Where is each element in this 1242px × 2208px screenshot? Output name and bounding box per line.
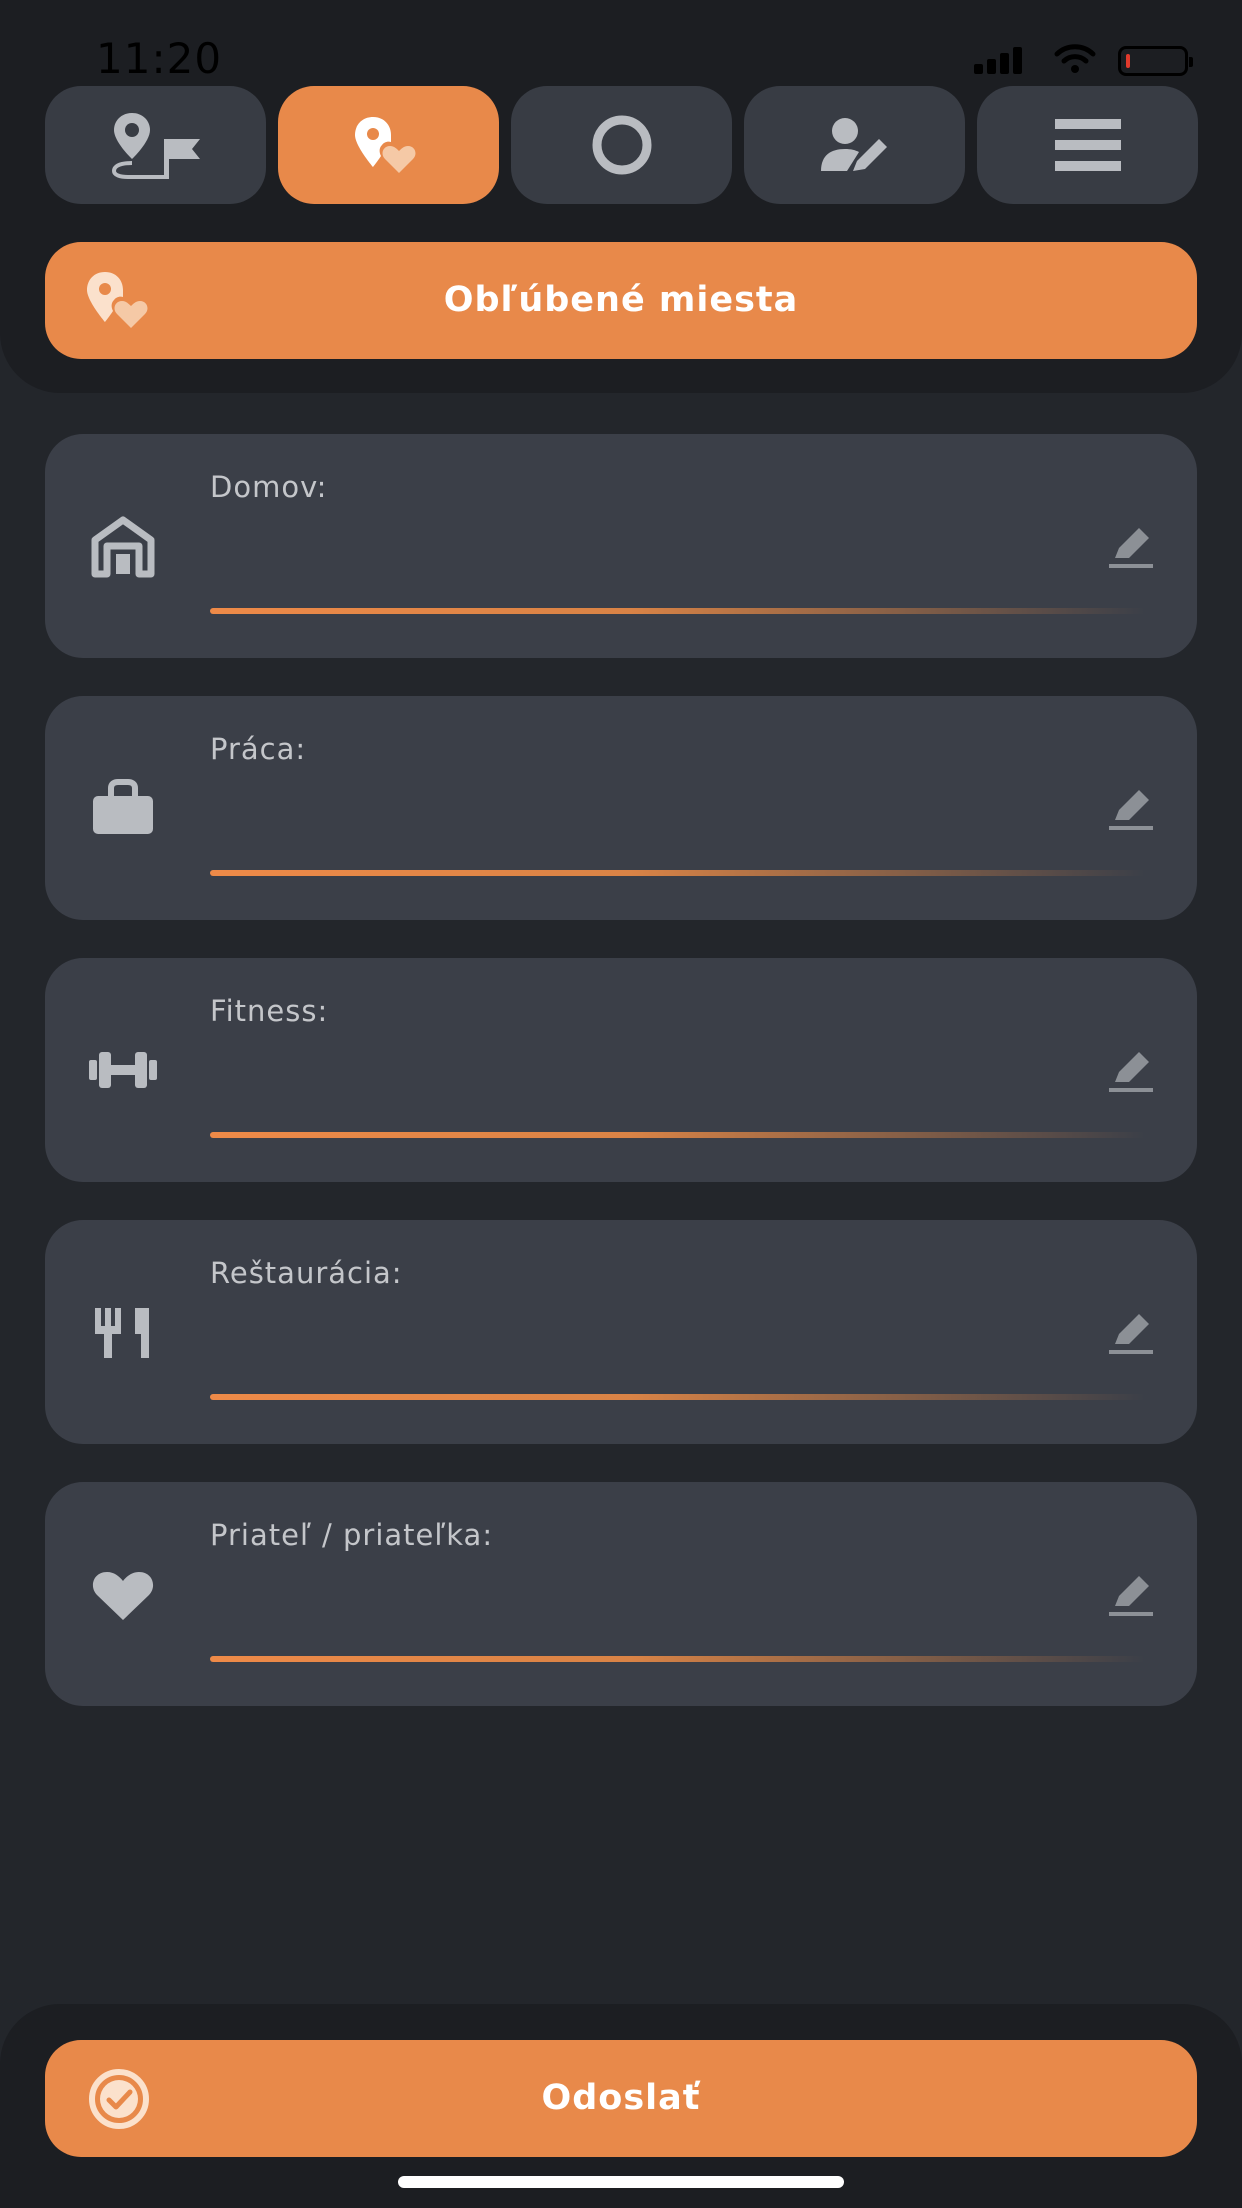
home-icon <box>91 516 155 578</box>
work-address-field[interactable] <box>210 796 1090 836</box>
cellular-signal-icon <box>974 46 1022 74</box>
map-pin-flag-icon <box>111 113 200 179</box>
field-label: Fitness: <box>210 994 329 1028</box>
field-label: Práca: <box>210 732 307 766</box>
tab-circle[interactable] <box>511 86 732 204</box>
edit-icon[interactable] <box>1107 526 1155 570</box>
tab-profile-edit[interactable] <box>744 86 965 204</box>
fitness-address-field[interactable] <box>210 1058 1090 1098</box>
submit-button[interactable]: Odoslať <box>45 2040 1197 2157</box>
field-underline <box>210 608 1145 614</box>
place-card-work[interactable]: Práca: <box>45 696 1197 920</box>
battery-icon <box>1118 46 1193 76</box>
partner-address-field[interactable] <box>210 1582 1090 1622</box>
edit-icon[interactable] <box>1107 788 1155 832</box>
circle-icon <box>592 115 651 175</box>
home-indicator[interactable] <box>398 2176 844 2188</box>
restaurant-address-field[interactable] <box>210 1320 1090 1360</box>
heart-icon <box>92 1572 154 1620</box>
top-tab-bar <box>45 86 1198 204</box>
field-underline <box>210 870 1145 876</box>
status-bar: 11:20 <box>0 0 1242 84</box>
field-underline <box>210 1394 1145 1400</box>
status-time: 11:20 <box>96 34 223 83</box>
field-label: Priateľ / priateľka: <box>210 1518 494 1552</box>
field-label: Domov: <box>210 470 328 504</box>
favorite-place-icon <box>354 117 415 173</box>
fork-knife-icon <box>95 1308 149 1358</box>
field-underline <box>210 1132 1145 1138</box>
tab-menu[interactable] <box>977 86 1198 204</box>
place-card-home[interactable]: Domov: <box>45 434 1197 658</box>
place-card-fitness[interactable]: Fitness: <box>45 958 1197 1182</box>
field-label: Reštaurácia: <box>210 1256 403 1290</box>
user-edit-icon <box>820 118 887 171</box>
submit-label: Odoslať <box>541 2078 701 2118</box>
home-address-field[interactable] <box>210 534 1090 574</box>
place-card-restaurant[interactable]: Reštaurácia: <box>45 1220 1197 1444</box>
briefcase-icon <box>93 779 153 834</box>
edit-icon[interactable] <box>1107 1050 1155 1094</box>
place-card-partner[interactable]: Priateľ / priateľka: <box>45 1482 1197 1706</box>
field-underline <box>210 1656 1145 1662</box>
edit-icon[interactable] <box>1107 1312 1155 1356</box>
tab-favorite-places[interactable] <box>278 86 499 204</box>
wifi-icon <box>1054 44 1096 73</box>
dumbbell-icon <box>89 1052 157 1088</box>
page-title: Obľúbené miesta <box>443 280 799 320</box>
hamburger-menu-icon <box>1054 119 1121 171</box>
section-banner: Obľúbené miesta <box>45 242 1197 359</box>
tab-route[interactable] <box>45 86 266 204</box>
edit-icon[interactable] <box>1107 1574 1155 1618</box>
